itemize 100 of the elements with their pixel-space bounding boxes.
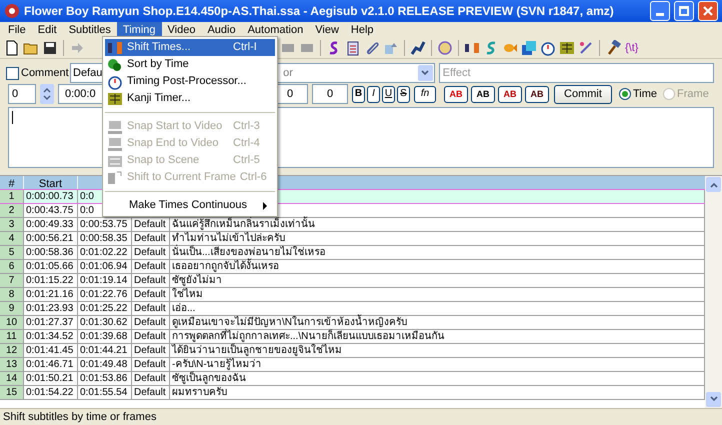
grid-row[interactable]: 14 0:01:50.21 0:01:53.86 Default ซัซูเป็นลูกของฉัน [0, 372, 705, 386]
table-cell: 0:01:50.21 [24, 372, 78, 386]
table-cell: 0:01:15.22 [24, 274, 78, 288]
menu-item[interactable]: Audio [201, 22, 242, 38]
table-cell: 11 [0, 330, 24, 344]
table-cell: 3 [0, 218, 24, 232]
table-cell: 1 [0, 190, 24, 204]
table-cell: 0:01:19.14 [78, 274, 132, 288]
format-button[interactable]: I [367, 86, 380, 103]
table-cell: 0:00:00.73 [24, 190, 78, 204]
table-cell: Default [132, 274, 170, 288]
table-cell: 10 [0, 316, 24, 330]
table-cell: 0:01:46.71 [24, 358, 78, 372]
table-cell: 0:00:58.36 [24, 246, 78, 260]
menu-item[interactable]: Subtitles [62, 22, 117, 38]
menu-item[interactable]: Kanji Timer... [105, 90, 275, 107]
layer-field[interactable]: 0 [8, 84, 36, 104]
table-cell: Default [132, 260, 170, 274]
table-cell: 4 [0, 232, 24, 246]
format-button[interactable]: S [397, 86, 410, 103]
table-cell: 12 [0, 344, 24, 358]
table-cell: 0:01:30.62 [78, 316, 132, 330]
grid-row[interactable]: 7 0:01:15.22 0:01:19.14 Default ซัซูยังไม่มา [0, 274, 705, 288]
table-cell: 15 [0, 386, 24, 400]
table-cell: 7 [0, 274, 24, 288]
menu-item: Snap to Scene Ctrl-5 [105, 152, 275, 169]
format-button[interactable]: fn [414, 86, 436, 103]
menu-item[interactable]: Automation [242, 22, 310, 38]
menu-item: Snap End to Video Ctrl-4 [105, 135, 275, 152]
table-cell: 0:01:22.76 [78, 288, 132, 302]
menu-item[interactable]: View [309, 22, 345, 38]
table-cell: 0:01:34.52 [24, 330, 78, 344]
table-cell: 14 [0, 372, 24, 386]
column-header[interactable]: Start [24, 176, 78, 190]
grid-row[interactable]: 11 0:01:34.52 0:01:39.68 Default การพูดตลกที่ไม่ถูกกาลเทศะ...\Nนายก็เลียนแบบเธอมาเหมือนกัน [0, 330, 705, 344]
table-cell: Default [132, 218, 170, 232]
color-button[interactable]: AB [444, 86, 468, 103]
table-cell: 8 [0, 288, 24, 302]
table-cell: Default [132, 330, 170, 344]
table-cell: Default [132, 246, 170, 260]
grid-row[interactable]: 12 0:01:41.45 0:01:44.21 Default ได้ยินว่านายเป็นลูกชายของยูจินใช่ไหม [0, 344, 705, 358]
table-cell: 2 [0, 204, 24, 218]
color-button[interactable]: AB [525, 86, 549, 103]
table-cell: 0:01:02.22 [78, 246, 132, 260]
format-button[interactable]: B [352, 86, 365, 103]
table-cell: 0:01:21.16 [24, 288, 78, 302]
comment-label: Comment [21, 66, 69, 82]
color-button[interactable]: AB [498, 86, 522, 103]
menu-item[interactable]: Video [162, 22, 202, 38]
table-cell: 0:00:58.35 [78, 232, 132, 246]
table-cell: 0:00:53.75 [78, 218, 132, 232]
column-header[interactable]: # [0, 176, 24, 190]
table-cell: Default [132, 344, 170, 358]
grid-row[interactable]: 3 0:00:49.33 0:00:53.75 Default ฉันแค่รู้สึกเหม็นกลิ่นราเม็งเท่านั้น [0, 218, 705, 232]
grid-row[interactable]: 15 0:01:54.22 0:01:55.54 Default ผมทราบครับ [0, 386, 705, 400]
menu-item[interactable]: Edit [32, 22, 63, 38]
table-cell: 0:01:25.22 [78, 302, 132, 316]
menu-item[interactable]: File [2, 22, 32, 38]
table-cell: 0:01:23.93 [24, 302, 78, 316]
menu-item[interactable]: Help [344, 22, 380, 38]
grid-row[interactable]: 6 0:01:05.66 0:01:06.94 Default เธออยากถูกจับได้งั้นเหรอ [0, 260, 705, 274]
table-cell: 0:01:54.22 [24, 386, 78, 400]
menu-item: Snap Start to Video Ctrl-3 [105, 118, 275, 135]
table-cell: Default [132, 288, 170, 302]
table-cell: 0:01:39.68 [78, 330, 132, 344]
margin-field[interactable]: 0 [312, 84, 348, 104]
radio-label: Frame [677, 87, 709, 102]
menu-item: Shift to Current Frame Ctrl-6 [105, 169, 275, 186]
table-cell: Default [132, 358, 170, 372]
table-cell: Default [132, 372, 170, 386]
tag-button[interactable]: {\t} [624, 40, 640, 56]
table-cell: 0:01:27.37 [24, 316, 78, 330]
table-cell: Default [132, 232, 170, 246]
table-cell: 0:01:44.21 [78, 344, 132, 358]
format-button[interactable]: U [382, 86, 395, 103]
radio-label: Time [633, 87, 658, 102]
table-cell: 0:01:55.54 [78, 386, 132, 400]
table-cell: 9 [0, 302, 24, 316]
table-cell: 6 [0, 260, 24, 274]
table-cell: 13 [0, 358, 24, 372]
table-cell: 0:01:53.86 [78, 372, 132, 386]
commit-button[interactable]: Commit [554, 84, 612, 104]
table-cell: 5 [0, 246, 24, 260]
effect-field[interactable]: Effect [438, 63, 714, 84]
table-cell: 0:00:49.33 [24, 218, 78, 232]
window-title: Flower Boy Ramyun Shop.E14.450p-AS.Thai.ssa - Aegisub v2.1.0 RELEASE PREVIEW (SVN r1847, amz) [24, 2, 615, 20]
table-cell: 0:00:43.75 [24, 204, 78, 218]
table-cell: Default [132, 316, 170, 330]
table-cell: Default [132, 386, 170, 400]
table-cell: 0:01:05.66 [24, 260, 78, 274]
table-cell: Default [132, 302, 170, 316]
color-button[interactable]: AB [471, 86, 495, 103]
grid-row[interactable]: 8 0:01:21.16 0:01:22.76 Default ใช่ไหม [0, 288, 705, 302]
table-cell: 0:01:49.48 [78, 358, 132, 372]
table-cell: 0:01:06.94 [78, 260, 132, 274]
table-cell: 0:00:56.21 [24, 232, 78, 246]
table-cell: 0:01:41.45 [24, 344, 78, 358]
grid-row[interactable]: 13 0:01:46.71 0:01:49.48 Default -ครับ\N-นายรู้ไหมว่า [0, 358, 705, 372]
status-text: Shift subtitles by time or frames [3, 410, 156, 425]
menu-item[interactable]: Shift Times... Ctrl-I [105, 39, 275, 56]
